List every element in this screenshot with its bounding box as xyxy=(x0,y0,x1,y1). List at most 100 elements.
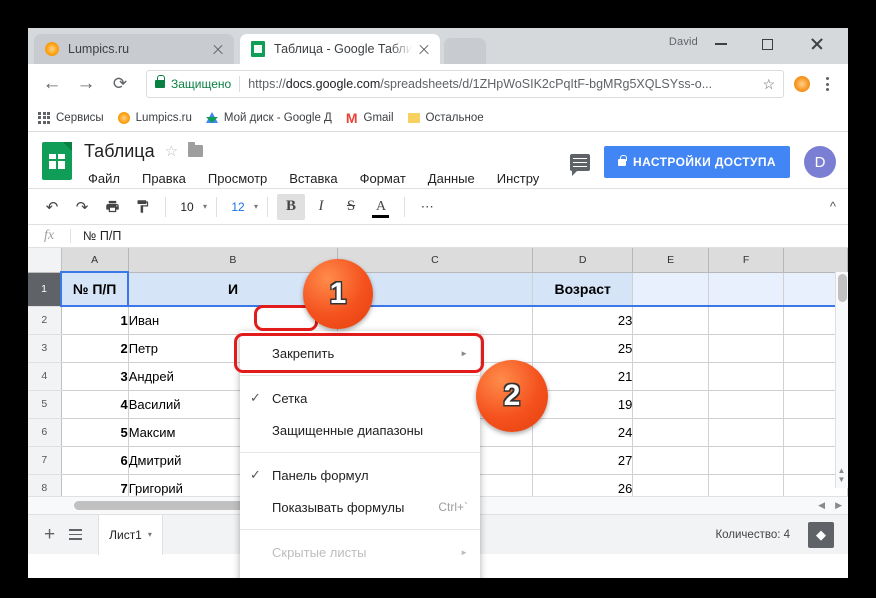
cell-d2[interactable]: 23 xyxy=(532,306,632,334)
cell-e7[interactable] xyxy=(633,446,708,474)
avatar[interactable]: D xyxy=(804,146,836,178)
cell-d1[interactable]: Возраст xyxy=(532,272,632,306)
scroll-buttons[interactable]: ▲▼ xyxy=(836,466,847,484)
cell-a3[interactable]: 2 xyxy=(61,334,128,362)
bold-button[interactable]: B xyxy=(277,194,305,220)
column-header-f[interactable]: F xyxy=(708,248,783,272)
menu-view[interactable]: Просмотр xyxy=(204,169,271,188)
document-title[interactable]: Таблица xyxy=(84,141,155,162)
star-icon[interactable]: ☆ xyxy=(165,142,178,160)
cell-a7[interactable]: 6 xyxy=(61,446,128,474)
undo-icon[interactable]: ↶ xyxy=(38,194,66,220)
sheet-tab-list1[interactable]: Лист1 ▾ xyxy=(98,515,163,555)
column-header-a[interactable]: A xyxy=(61,248,128,272)
comment-icon[interactable] xyxy=(570,154,590,171)
forward-icon[interactable]: → xyxy=(72,70,100,98)
cell-a4[interactable]: 3 xyxy=(61,362,128,390)
scrollbar-thumb[interactable] xyxy=(838,274,847,302)
bookmark-services[interactable]: Сервисы xyxy=(38,112,104,124)
bookmark-other[interactable]: Остальное xyxy=(408,112,484,124)
all-sheets-icon[interactable] xyxy=(69,529,82,539)
cell-d3[interactable]: 25 xyxy=(532,334,632,362)
column-header-b[interactable]: B xyxy=(128,248,337,272)
bookmark-star-icon[interactable]: ☆ xyxy=(762,76,775,93)
menu-format[interactable]: Формат xyxy=(356,169,410,188)
strikethrough-button[interactable]: S xyxy=(337,194,365,220)
cell-a6[interactable]: 5 xyxy=(61,418,128,446)
maximize-button[interactable] xyxy=(744,28,790,60)
row-header-1[interactable]: 1 xyxy=(28,272,61,306)
cell-f4[interactable] xyxy=(708,362,783,390)
more-options-icon[interactable]: ⋯ xyxy=(414,194,442,220)
cell-f1[interactable] xyxy=(708,272,783,306)
cell-e6[interactable] xyxy=(633,418,708,446)
redo-icon[interactable]: ↷ xyxy=(68,194,96,220)
row-header-6[interactable]: 6 xyxy=(28,418,61,446)
new-tab-button[interactable] xyxy=(444,38,486,64)
chevron-down-icon[interactable]: ▾ xyxy=(203,202,207,211)
address-bar[interactable]: Защищено https://docs.google.com/spreads… xyxy=(146,70,784,98)
explore-icon[interactable]: ◆ xyxy=(808,522,834,548)
cell-f3[interactable] xyxy=(708,334,783,362)
browser-tab-sheets[interactable]: Таблица - Google Табли xyxy=(240,34,440,64)
text-color-button[interactable]: A xyxy=(367,194,395,220)
profile-avatar-icon[interactable] xyxy=(794,76,810,92)
cell-f6[interactable] xyxy=(708,418,783,446)
close-window-button[interactable] xyxy=(794,28,840,60)
browser-tab-lumpics[interactable]: Lumpics.ru xyxy=(34,34,234,64)
cell-e5[interactable] xyxy=(633,390,708,418)
share-button[interactable]: НАСТРОЙКИ ДОСТУПА xyxy=(604,146,790,178)
italic-button[interactable]: I xyxy=(307,194,335,220)
row-header-7[interactable]: 7 xyxy=(28,446,61,474)
zoom-value[interactable]: 10 xyxy=(175,200,199,214)
close-icon[interactable] xyxy=(416,41,432,57)
cell-e2[interactable] xyxy=(633,306,708,334)
cell-d4[interactable]: 21 xyxy=(532,362,632,390)
menu-file[interactable]: Файл xyxy=(84,169,124,188)
menu-item-freeze[interactable]: Закрепить ► xyxy=(240,337,480,369)
menu-item-formula-bar[interactable]: ✓ Панель формул xyxy=(240,459,480,491)
menu-edit[interactable]: Правка xyxy=(138,169,190,188)
column-header-c[interactable]: C xyxy=(337,248,532,272)
reload-icon[interactable]: ⟳ xyxy=(106,70,134,98)
cell-e1[interactable] xyxy=(633,272,708,306)
bookmark-lumpics[interactable]: Lumpics.ru xyxy=(118,112,192,124)
menu-item-gridlines[interactable]: ✓ Сетка xyxy=(240,382,480,414)
back-icon[interactable]: ← xyxy=(38,70,66,98)
row-header-4[interactable]: 4 xyxy=(28,362,61,390)
row-header-5[interactable]: 5 xyxy=(28,390,61,418)
vertical-scrollbar[interactable] xyxy=(835,272,848,488)
folder-icon[interactable] xyxy=(188,145,203,157)
close-icon[interactable] xyxy=(210,41,226,57)
chevron-down-icon[interactable]: ▾ xyxy=(148,530,152,539)
chevron-down-icon[interactable]: ▾ xyxy=(254,202,258,211)
cell-f7[interactable] xyxy=(708,446,783,474)
cell-e3[interactable] xyxy=(633,334,708,362)
font-size-value[interactable]: 12 xyxy=(226,200,250,214)
menu-item-show-formulas[interactable]: Показывать формулы Ctrl+` xyxy=(240,491,480,523)
cell-f2[interactable] xyxy=(708,306,783,334)
column-header-d[interactable]: D xyxy=(532,248,632,272)
formula-input[interactable]: № П/П xyxy=(71,229,121,243)
cell-d7[interactable]: 27 xyxy=(532,446,632,474)
menu-tools[interactable]: Инстру xyxy=(493,169,544,188)
cell-f5[interactable] xyxy=(708,390,783,418)
cell-a1[interactable]: № П/П xyxy=(61,272,128,306)
column-header-g[interactable] xyxy=(784,248,848,272)
browser-menu-icon[interactable] xyxy=(816,77,838,91)
menu-data[interactable]: Данные xyxy=(424,169,479,188)
scroll-arrows[interactable]: ◀▶ xyxy=(818,500,842,511)
cell-e4[interactable] xyxy=(633,362,708,390)
menu-item-protected-ranges[interactable]: Защищенные диапазоны xyxy=(240,414,480,446)
add-sheet-icon[interactable]: + xyxy=(44,524,55,546)
row-header-2[interactable]: 2 xyxy=(28,306,61,334)
row-header-3[interactable]: 3 xyxy=(28,334,61,362)
cell-a2[interactable]: 1 xyxy=(61,306,128,334)
paint-format-icon[interactable] xyxy=(128,194,156,220)
menu-item-zoom[interactable]: Масштаб ► xyxy=(240,568,480,578)
cell-d6[interactable]: 24 xyxy=(532,418,632,446)
select-all-corner[interactable] xyxy=(28,248,61,272)
collapse-toolbar-icon[interactable]: ^ xyxy=(830,199,836,214)
cell-a5[interactable]: 4 xyxy=(61,390,128,418)
column-header-e[interactable]: E xyxy=(633,248,708,272)
